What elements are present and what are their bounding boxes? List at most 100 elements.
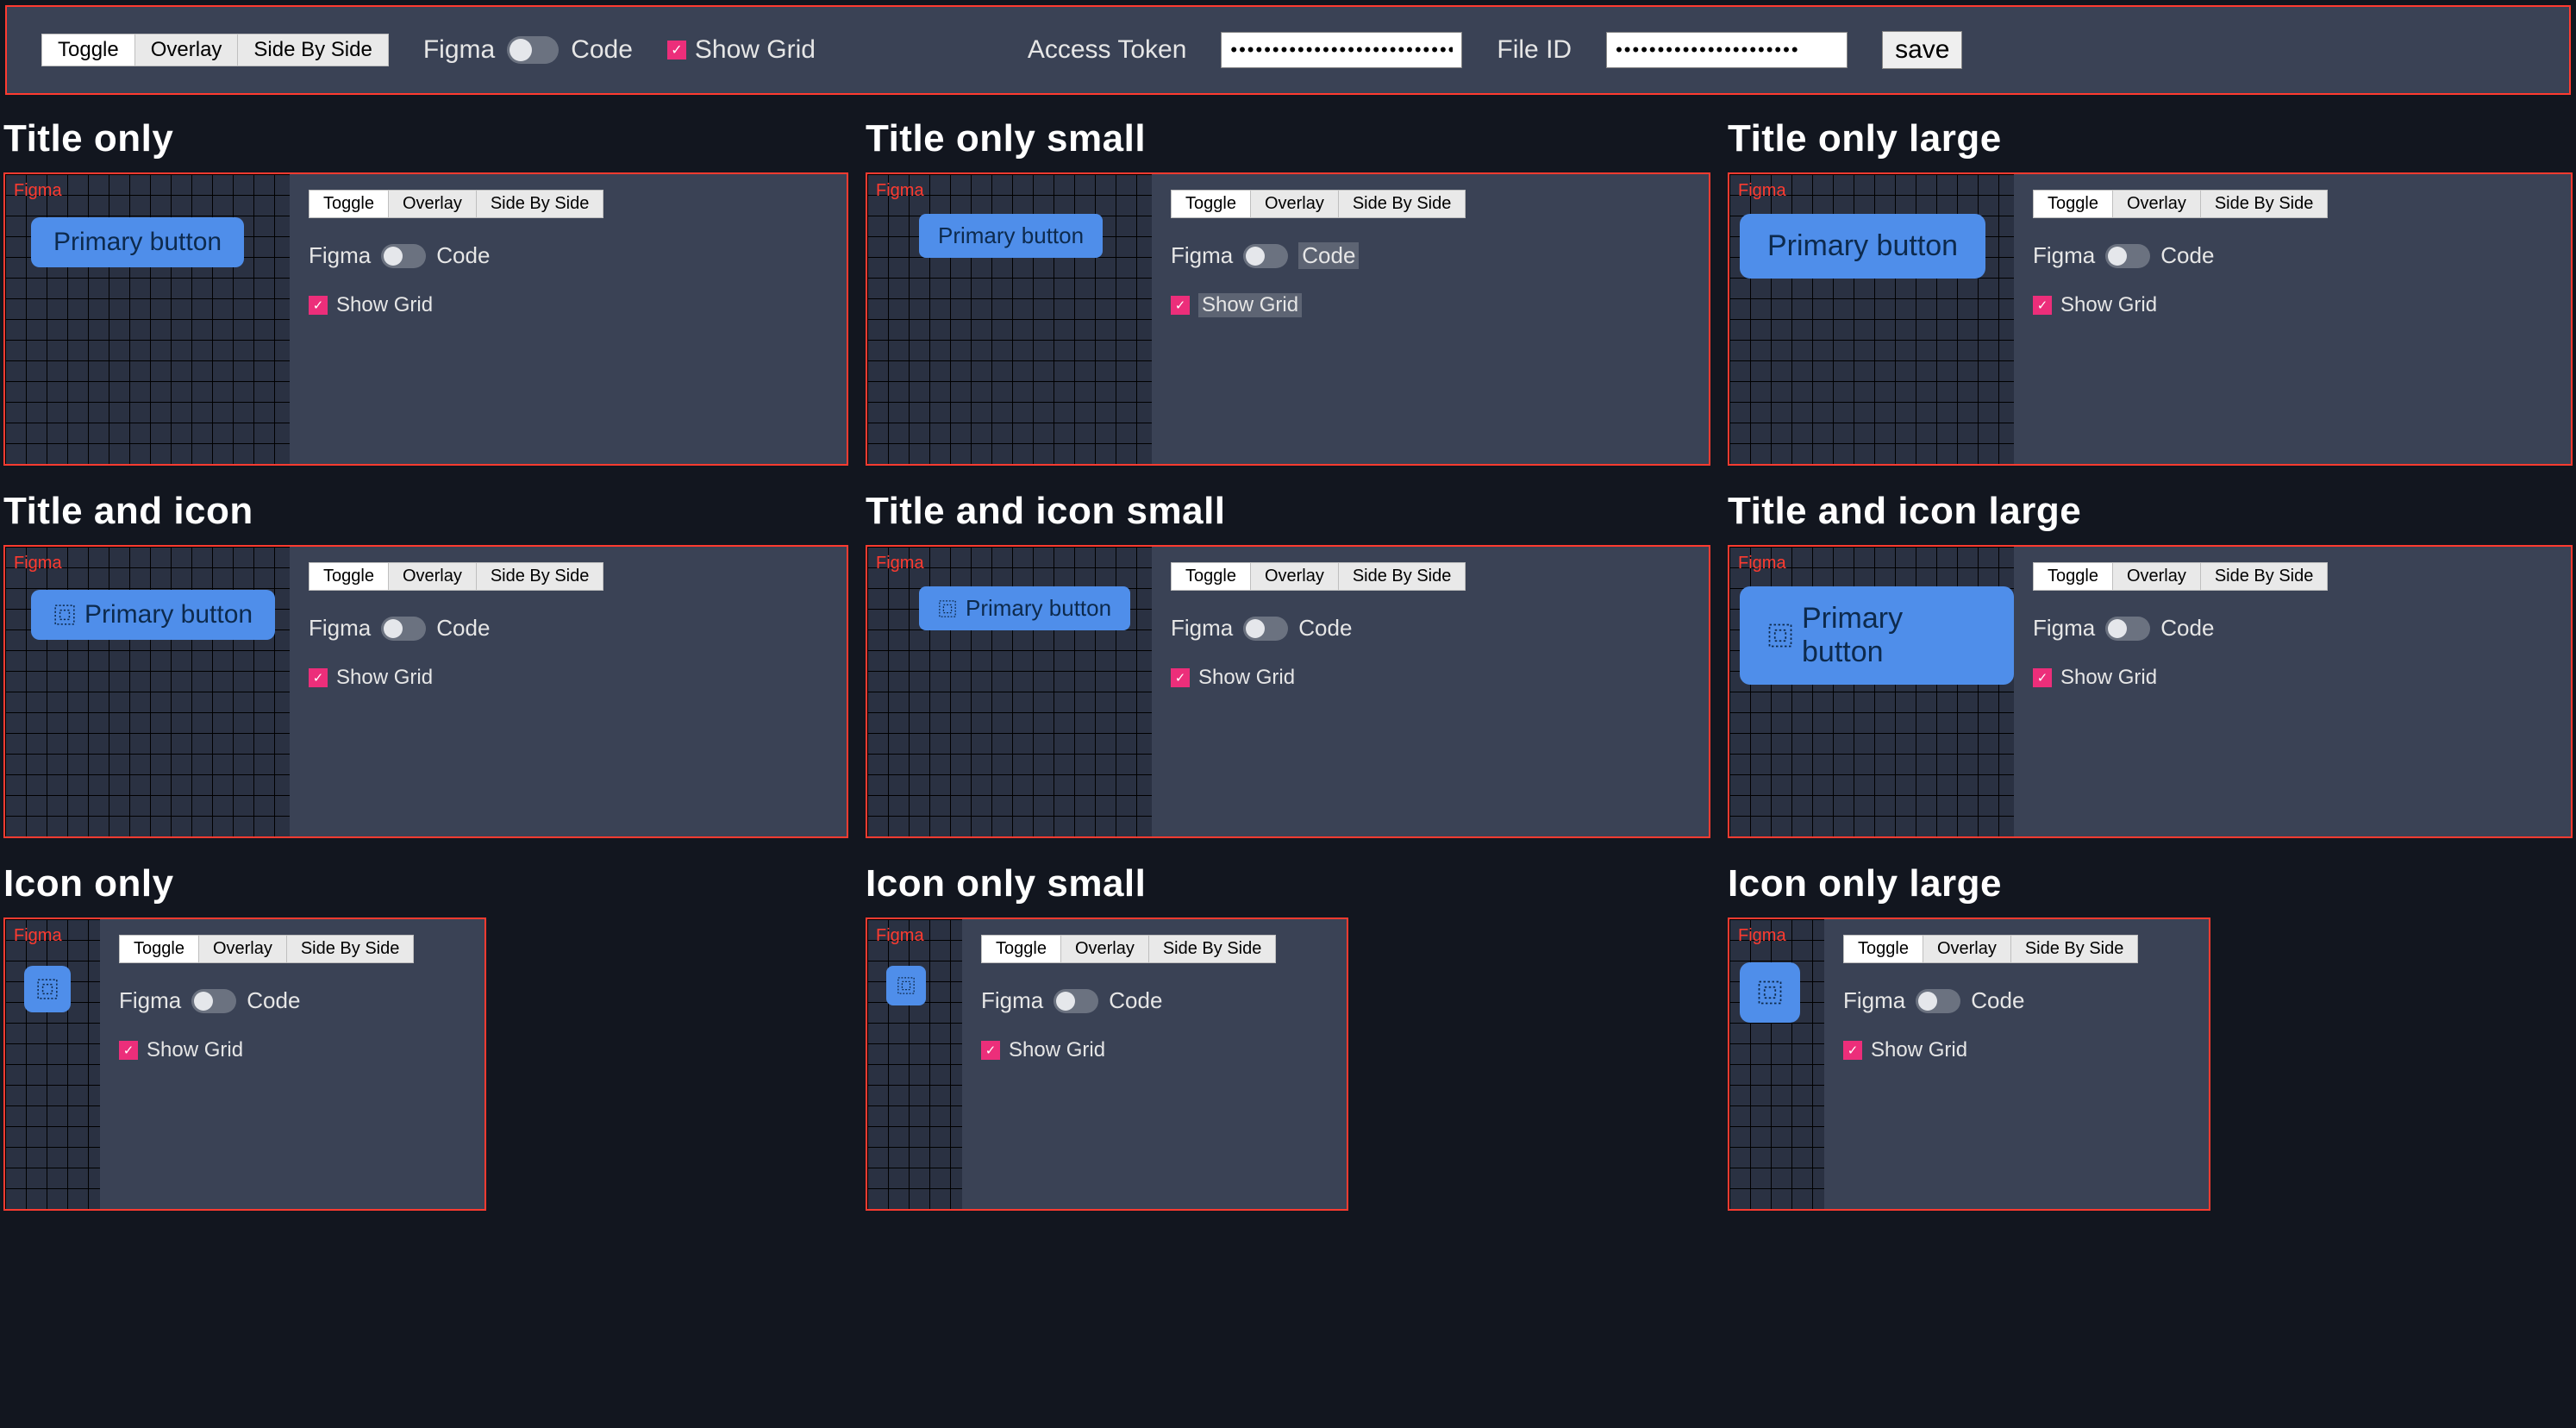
show-grid-group: ✓ Show Grid	[2033, 293, 2552, 317]
figma-canvas: Figma Primary button	[1729, 174, 2014, 464]
code-switch-label: Code	[2160, 242, 2214, 269]
tab-overlay[interactable]: Overlay	[2113, 191, 2201, 217]
figma-code-switch[interactable]	[507, 36, 559, 64]
figma-switch-label: Figma	[2033, 615, 2095, 642]
code-switch-label: Code	[436, 242, 490, 269]
tab-toggle[interactable]: Toggle	[42, 34, 135, 66]
tab-overlay[interactable]: Overlay	[2113, 563, 2201, 590]
show-grid-checkbox[interactable]: ✓	[119, 1041, 138, 1060]
show-grid-checkbox[interactable]: ✓	[2033, 668, 2052, 687]
view-mode-tabs: Toggle Overlay Side By Side	[41, 34, 389, 66]
show-grid-group: ✓ Show Grid	[1843, 1038, 2190, 1062]
figma-code-switch[interactable]	[1243, 617, 1288, 641]
story-frame: Figma Toggle Overlay Side By Side Figma …	[866, 918, 1348, 1211]
show-grid-checkbox[interactable]: ✓	[309, 668, 328, 687]
figma-switch-label: Figma	[119, 987, 181, 1014]
show-grid-checkbox[interactable]: ✓	[1843, 1041, 1862, 1060]
primary-button[interactable]	[1740, 962, 1800, 1023]
show-grid-checkbox[interactable]: ✓	[981, 1041, 1000, 1060]
tab-side-by-side[interactable]: Side By Side	[2201, 191, 2328, 217]
tab-side-by-side[interactable]: Side By Side	[1149, 936, 1276, 962]
tab-overlay[interactable]: Overlay	[135, 34, 239, 66]
show-grid-group: ✓ Show Grid	[2033, 666, 2552, 690]
primary-button[interactable]: Primary button	[1740, 214, 1985, 279]
tab-side-by-side[interactable]: Side By Side	[477, 563, 603, 590]
tab-side-by-side[interactable]: Side By Side	[238, 34, 387, 66]
primary-button-label: Primary button	[1802, 602, 1986, 669]
tab-toggle[interactable]: Toggle	[120, 936, 199, 962]
global-toolbar: Toggle Overlay Side By Side Figma Code ✓…	[5, 5, 2571, 95]
show-grid-group: ✓ Show Grid	[981, 1038, 1328, 1062]
show-grid-group: ✓ Show Grid	[119, 1038, 466, 1062]
grid-icon	[1767, 623, 1793, 648]
figma-canvas: Figma Primary button	[867, 174, 1152, 464]
primary-button[interactable]: Primary button	[1740, 586, 2014, 685]
primary-button[interactable]: Primary button	[31, 590, 275, 640]
story-control-panel: Toggle Overlay Side By Side Figma Code ✓…	[962, 919, 1347, 1209]
show-grid-checkbox[interactable]: ✓	[2033, 296, 2052, 315]
primary-button[interactable]	[886, 966, 926, 1005]
primary-button[interactable]	[24, 966, 71, 1012]
tab-toggle[interactable]: Toggle	[982, 936, 1061, 962]
show-grid-checkbox[interactable]: ✓	[309, 296, 328, 315]
show-grid-label: Show Grid	[147, 1038, 243, 1062]
figma-code-switch[interactable]	[2105, 244, 2150, 268]
figma-code-switch-group: Figma Code	[2033, 242, 2552, 269]
story-title: Title and icon small	[866, 490, 1710, 533]
show-grid-label: Show Grid	[2060, 293, 2157, 317]
story-control-panel: Toggle Overlay Side By Side Figma Code ✓…	[100, 919, 485, 1209]
view-mode-tabs: Toggle Overlay Side By Side	[2033, 562, 2328, 591]
figma-code-switch[interactable]	[1054, 989, 1098, 1013]
figma-code-switch-group: Figma Code	[423, 35, 633, 65]
tab-toggle[interactable]: Toggle	[1172, 563, 1251, 590]
figma-code-switch[interactable]	[191, 989, 236, 1013]
tab-overlay[interactable]: Overlay	[389, 191, 477, 217]
tab-overlay[interactable]: Overlay	[1061, 936, 1149, 962]
tab-toggle[interactable]: Toggle	[1844, 936, 1923, 962]
figma-code-switch-group: Figma Code	[1171, 615, 1690, 642]
file-id-label: File ID	[1497, 35, 1572, 65]
show-grid-checkbox[interactable]: ✓	[1171, 668, 1190, 687]
tab-side-by-side[interactable]: Side By Side	[287, 936, 414, 962]
grid-icon	[36, 978, 59, 1000]
figma-code-switch-group: Figma Code	[309, 615, 828, 642]
tab-side-by-side[interactable]: Side By Side	[1339, 191, 1466, 217]
canvas-source-tag: Figma	[876, 926, 924, 946]
tab-overlay[interactable]: Overlay	[389, 563, 477, 590]
tab-overlay[interactable]: Overlay	[1251, 191, 1339, 217]
tab-toggle[interactable]: Toggle	[309, 191, 389, 217]
show-grid-group: ✓ Show Grid	[1171, 293, 1690, 317]
tab-overlay[interactable]: Overlay	[199, 936, 287, 962]
figma-canvas: Figma Primary button	[5, 547, 290, 836]
tab-side-by-side[interactable]: Side By Side	[2201, 563, 2328, 590]
view-mode-tabs: Toggle Overlay Side By Side	[309, 562, 603, 591]
primary-button[interactable]: Primary button	[31, 217, 244, 267]
figma-code-switch-group: Figma Code	[119, 987, 466, 1014]
tab-overlay[interactable]: Overlay	[1923, 936, 2011, 962]
tab-toggle[interactable]: Toggle	[2034, 563, 2113, 590]
story-frame: Figma Toggle Overlay Side By Side Figma …	[1728, 918, 2210, 1211]
file-id-field[interactable]	[1606, 32, 1848, 68]
tab-overlay[interactable]: Overlay	[1251, 563, 1339, 590]
tab-toggle[interactable]: Toggle	[1172, 191, 1251, 217]
primary-button[interactable]: Primary button	[919, 586, 1130, 630]
tab-side-by-side[interactable]: Side By Side	[2011, 936, 2138, 962]
tab-toggle[interactable]: Toggle	[309, 563, 389, 590]
tab-side-by-side[interactable]: Side By Side	[1339, 563, 1466, 590]
tab-side-by-side[interactable]: Side By Side	[477, 191, 603, 217]
figma-code-switch[interactable]	[381, 244, 426, 268]
figma-code-switch[interactable]	[1243, 244, 1288, 268]
show-grid-checkbox[interactable]: ✓	[1171, 296, 1190, 315]
save-button[interactable]: save	[1882, 31, 1962, 69]
access-token-field[interactable]	[1221, 32, 1462, 68]
figma-code-switch[interactable]	[2105, 617, 2150, 641]
access-token-label: Access Token	[1028, 35, 1187, 65]
canvas-source-tag: Figma	[14, 554, 62, 573]
figma-code-switch[interactable]	[1916, 989, 1960, 1013]
primary-button[interactable]: Primary button	[919, 214, 1103, 258]
show-grid-group: ✓ Show Grid	[309, 293, 828, 317]
grid-icon	[53, 604, 76, 626]
figma-code-switch[interactable]	[381, 617, 426, 641]
show-grid-checkbox[interactable]: ✓	[667, 41, 686, 60]
tab-toggle[interactable]: Toggle	[2034, 191, 2113, 217]
